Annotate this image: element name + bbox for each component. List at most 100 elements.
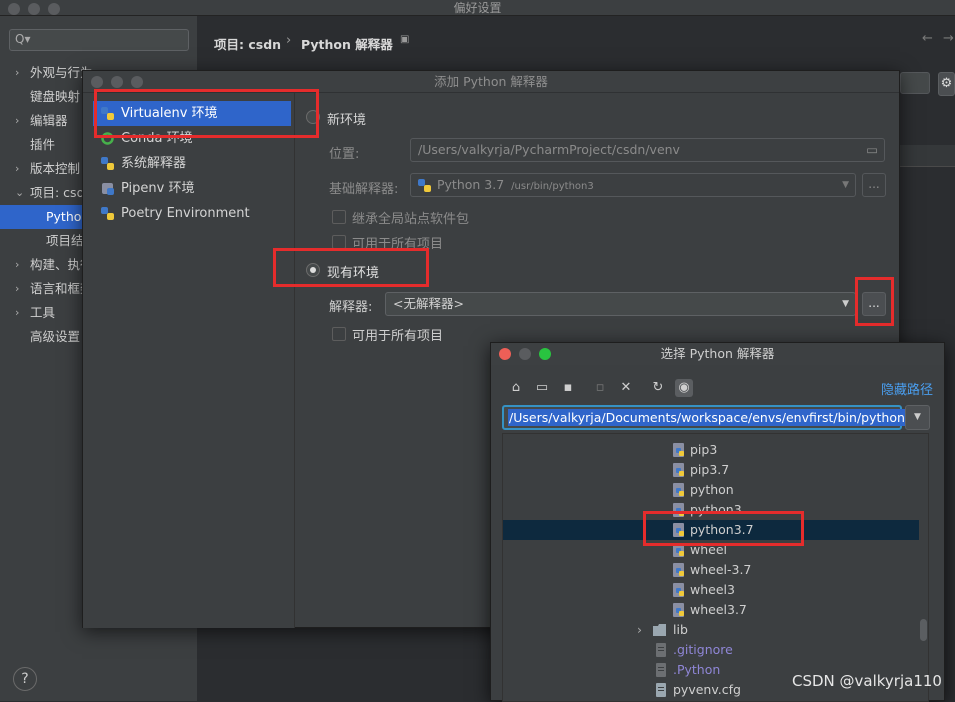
file-tree-item[interactable]: › lib (503, 620, 919, 640)
desktop-icon[interactable]: ▭ (533, 379, 551, 397)
file-tree-item[interactable]: python (503, 480, 919, 500)
highlight-python37 (643, 511, 804, 546)
dialog-zoom-button[interactable] (131, 76, 143, 88)
choose-close-button[interactable] (499, 348, 511, 360)
base-interpreter-label: 基础解释器: (329, 182, 399, 197)
interpreter-select[interactable]: <无解释器> ▼ (385, 292, 856, 316)
file-tree-label: lib (673, 622, 688, 637)
python-file-icon (673, 463, 684, 477)
env-type-label: Poetry Environment (121, 206, 250, 221)
new-folder-icon[interactable]: ▫ (591, 379, 609, 397)
new-env-label[interactable]: 新环境 (327, 109, 366, 128)
dialog-minimize-button[interactable] (111, 76, 123, 88)
file-tree-item[interactable]: wheel3 (503, 580, 919, 600)
project-folder-icon[interactable]: ▪ (559, 379, 577, 397)
package-table-header (900, 145, 955, 167)
env-type-item[interactable]: Pipenv 环境 (93, 176, 291, 201)
back-arrow-icon[interactable]: ← (922, 31, 933, 46)
path-value: /Users/valkyrja/Documents/workspace/envs… (508, 409, 926, 426)
watermark: CSDN @valkyrja110 (792, 672, 942, 690)
env-type-item[interactable]: 系统解释器 (93, 151, 291, 176)
chevron-icon: › (15, 66, 20, 79)
new-env-all-projects-checkbox[interactable] (332, 235, 346, 249)
chevron-icon: › (15, 282, 20, 295)
minimize-window-button[interactable] (28, 3, 40, 15)
chevron-icon: › (15, 114, 20, 127)
config-file-icon (656, 683, 666, 697)
breadcrumb-page: Python 解释器 (301, 37, 393, 52)
choose-dialog-title: 选择 Python 解释器 (491, 343, 944, 365)
file-tree-label: wheel3.7 (690, 602, 747, 617)
sidebar-item-label: 工具 (30, 305, 56, 320)
zoom-window-button[interactable] (48, 3, 60, 15)
file-tree-item[interactable]: pip3 (503, 440, 919, 460)
environment-type-list: Virtualenv 环境 Conda 环境 系统解释器 Pipenv 环境 Poetr… (83, 93, 295, 628)
file-tree-item[interactable]: wheel-3.7 (503, 560, 919, 580)
sidebar-item-label: 高级设置 (30, 329, 81, 344)
chevron-icon: › (15, 306, 20, 319)
hidden-file-icon (656, 643, 666, 657)
interpreter-select-edge[interactable] (900, 72, 930, 94)
file-tree-label: wheel3 (690, 582, 735, 597)
interpreter-label: 解释器: (329, 300, 373, 315)
env-type-item[interactable]: Poetry Environment (93, 201, 291, 226)
base-interpreter-browse-button[interactable]: ... (862, 173, 886, 197)
choose-minimize-button[interactable] (519, 348, 531, 360)
base-interpreter-select[interactable]: Python 3.7 /usr/bin/python3 ▼ (410, 173, 856, 197)
settings-search-input[interactable]: Q▾ (9, 29, 189, 51)
chevron-icon: › (15, 162, 20, 175)
tree-scrollbar[interactable] (920, 619, 927, 641)
pin-icon: ▣ (400, 34, 410, 45)
file-tree-item[interactable]: wheel3.7 (503, 600, 919, 620)
env-type-label: Pipenv 环境 (121, 181, 195, 196)
sidebar-item-label: 键盘映射 (30, 89, 81, 104)
file-tree-label: python (690, 482, 734, 497)
folder-icon[interactable]: ▭ (866, 139, 878, 161)
path-input[interactable]: /Users/valkyrja/Documents/workspace/envs… (502, 405, 926, 430)
location-value: /Users/valkyrja/PycharmProject/csdn/venv (418, 142, 680, 157)
refresh-icon[interactable]: ↻ (649, 379, 667, 397)
file-tree-item[interactable]: .gitignore (503, 640, 919, 660)
base-interpreter-value: Python 3.7 (437, 177, 505, 192)
chevron-right-icon[interactable]: › (637, 620, 642, 640)
delete-icon[interactable]: ✕ (617, 379, 635, 397)
close-window-button[interactable] (8, 3, 20, 15)
path-history-dropdown[interactable]: ▼ (905, 405, 930, 430)
gear-icon[interactable]: ⚙ (938, 72, 955, 96)
folder-icon (653, 624, 666, 636)
python-file-icon (673, 603, 684, 617)
python-icon (418, 179, 431, 192)
window-title: 偏好设置 (453, 1, 502, 15)
breadcrumb-separator: › (286, 33, 292, 48)
breadcrumb-project[interactable]: 项目: csdn (214, 34, 281, 53)
home-icon[interactable]: ⌂ (507, 379, 525, 397)
hide-path-link[interactable]: 隐藏路径 (881, 379, 933, 398)
show-hidden-icon[interactable]: ◉ (675, 379, 693, 397)
python-file-icon (673, 563, 684, 577)
content-header: 项目: csdn › Python 解释器 ▣ ← → (197, 16, 955, 66)
highlight-virtualenv (94, 89, 319, 138)
inherit-global-label: 继承全局站点软件包 (352, 212, 470, 227)
file-tree-label: pip3.7 (690, 462, 730, 477)
highlight-existing-env (273, 248, 429, 287)
chevron-down-icon: ▼ (842, 299, 849, 309)
chevron-down-icon: ▼ (842, 180, 849, 190)
file-tree-label: .gitignore (673, 642, 733, 657)
existing-env-all-projects-checkbox[interactable] (332, 327, 346, 341)
file-tree-item[interactable]: pip3.7 (503, 460, 919, 480)
help-button[interactable]: ? (13, 667, 37, 691)
location-label: 位置: (329, 147, 360, 162)
choose-zoom-button[interactable] (539, 348, 551, 360)
sidebar-item-label: 版本控制 (30, 161, 81, 176)
inherit-global-checkbox[interactable] (332, 210, 346, 224)
pipenv-icon (102, 183, 114, 195)
sidebar-item-label: 编辑器 (30, 113, 68, 128)
file-tree-label: pip3 (690, 442, 718, 457)
chevron-icon: › (15, 258, 20, 271)
location-field[interactable]: /Users/valkyrja/PycharmProject/csdn/venv… (410, 138, 885, 162)
dialog-close-button[interactable] (91, 76, 103, 88)
search-icon: Q▾ (15, 32, 31, 46)
forward-arrow-icon[interactable]: → (943, 31, 954, 46)
env-type-label: 系统解释器 (121, 156, 187, 171)
base-interpreter-path: /usr/bin/python3 (511, 181, 594, 192)
